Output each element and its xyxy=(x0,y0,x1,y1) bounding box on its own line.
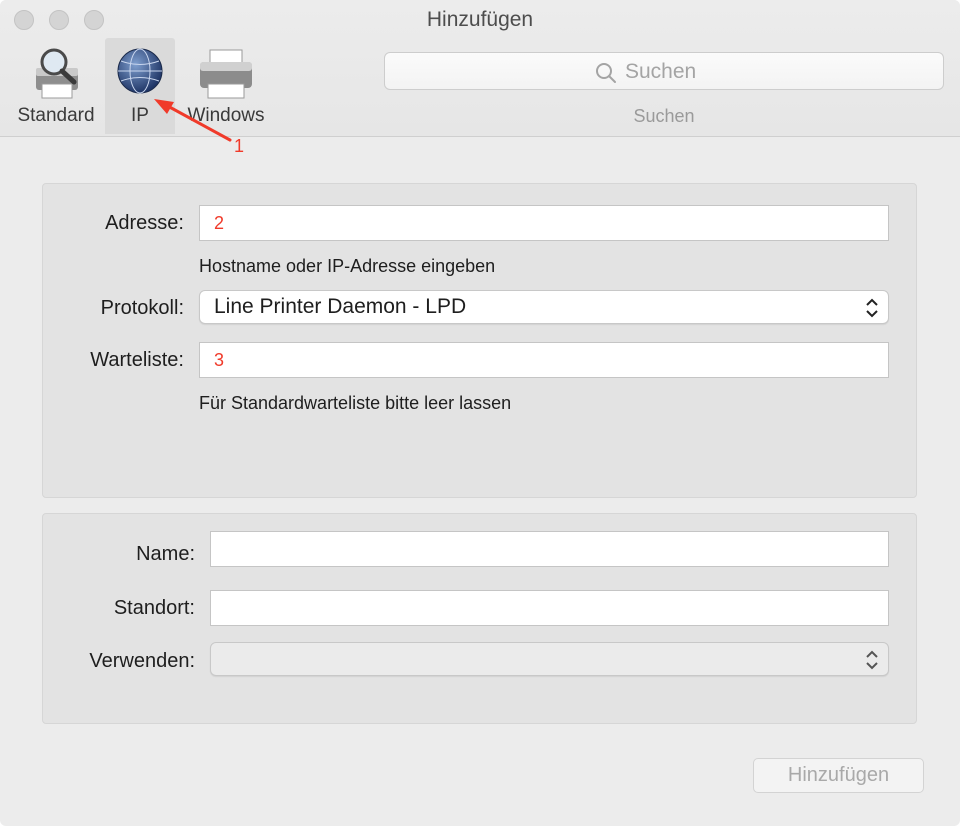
protocol-value: Line Printer Daemon - LPD xyxy=(214,295,467,318)
search-placeholder: Suchen xyxy=(625,60,697,83)
use-label: Verwenden: xyxy=(89,650,195,672)
chevron-updown-icon xyxy=(866,650,878,670)
address-hint: Hostname oder IP-Adresse eingeben xyxy=(199,256,496,276)
annotation-number-1: 1 xyxy=(234,136,245,156)
chevron-updown-icon xyxy=(866,298,878,318)
annotation-number-2: 2 xyxy=(214,213,225,233)
protocol-label: Protokoll: xyxy=(100,297,184,319)
search-icon xyxy=(596,63,616,83)
location-field[interactable] xyxy=(210,590,889,626)
printer-magnifier-icon xyxy=(36,48,78,99)
globe-icon xyxy=(117,48,163,94)
toolbar-item-label: Standard xyxy=(17,105,95,126)
toolbar-item-standard[interactable]: Standard xyxy=(8,38,104,134)
window-title: Hinzufügen xyxy=(426,8,534,31)
protocol-popup[interactable]: Line Printer Daemon - LPD xyxy=(199,290,889,324)
address-field[interactable]: 2 xyxy=(199,205,889,241)
address-label: Adresse: xyxy=(105,212,184,234)
queue-hint: Für Standardwarteliste bitte leer lassen xyxy=(199,393,512,413)
annotation-number-3: 3 xyxy=(214,350,225,370)
name-field[interactable] xyxy=(210,531,889,567)
search-label: Suchen xyxy=(633,106,695,126)
add-button[interactable]: Hinzufügen xyxy=(753,758,924,793)
use-popup[interactable] xyxy=(210,642,889,676)
location-label: Standort: xyxy=(113,597,195,619)
add-printer-window: Hinzufügen Standard IP Windows Suchen Su… xyxy=(0,0,960,826)
search-field[interactable]: Suchen xyxy=(384,52,944,90)
name-label: Name: xyxy=(136,543,195,565)
queue-field[interactable]: 3 xyxy=(199,342,889,378)
queue-label: Warteliste: xyxy=(90,349,184,371)
